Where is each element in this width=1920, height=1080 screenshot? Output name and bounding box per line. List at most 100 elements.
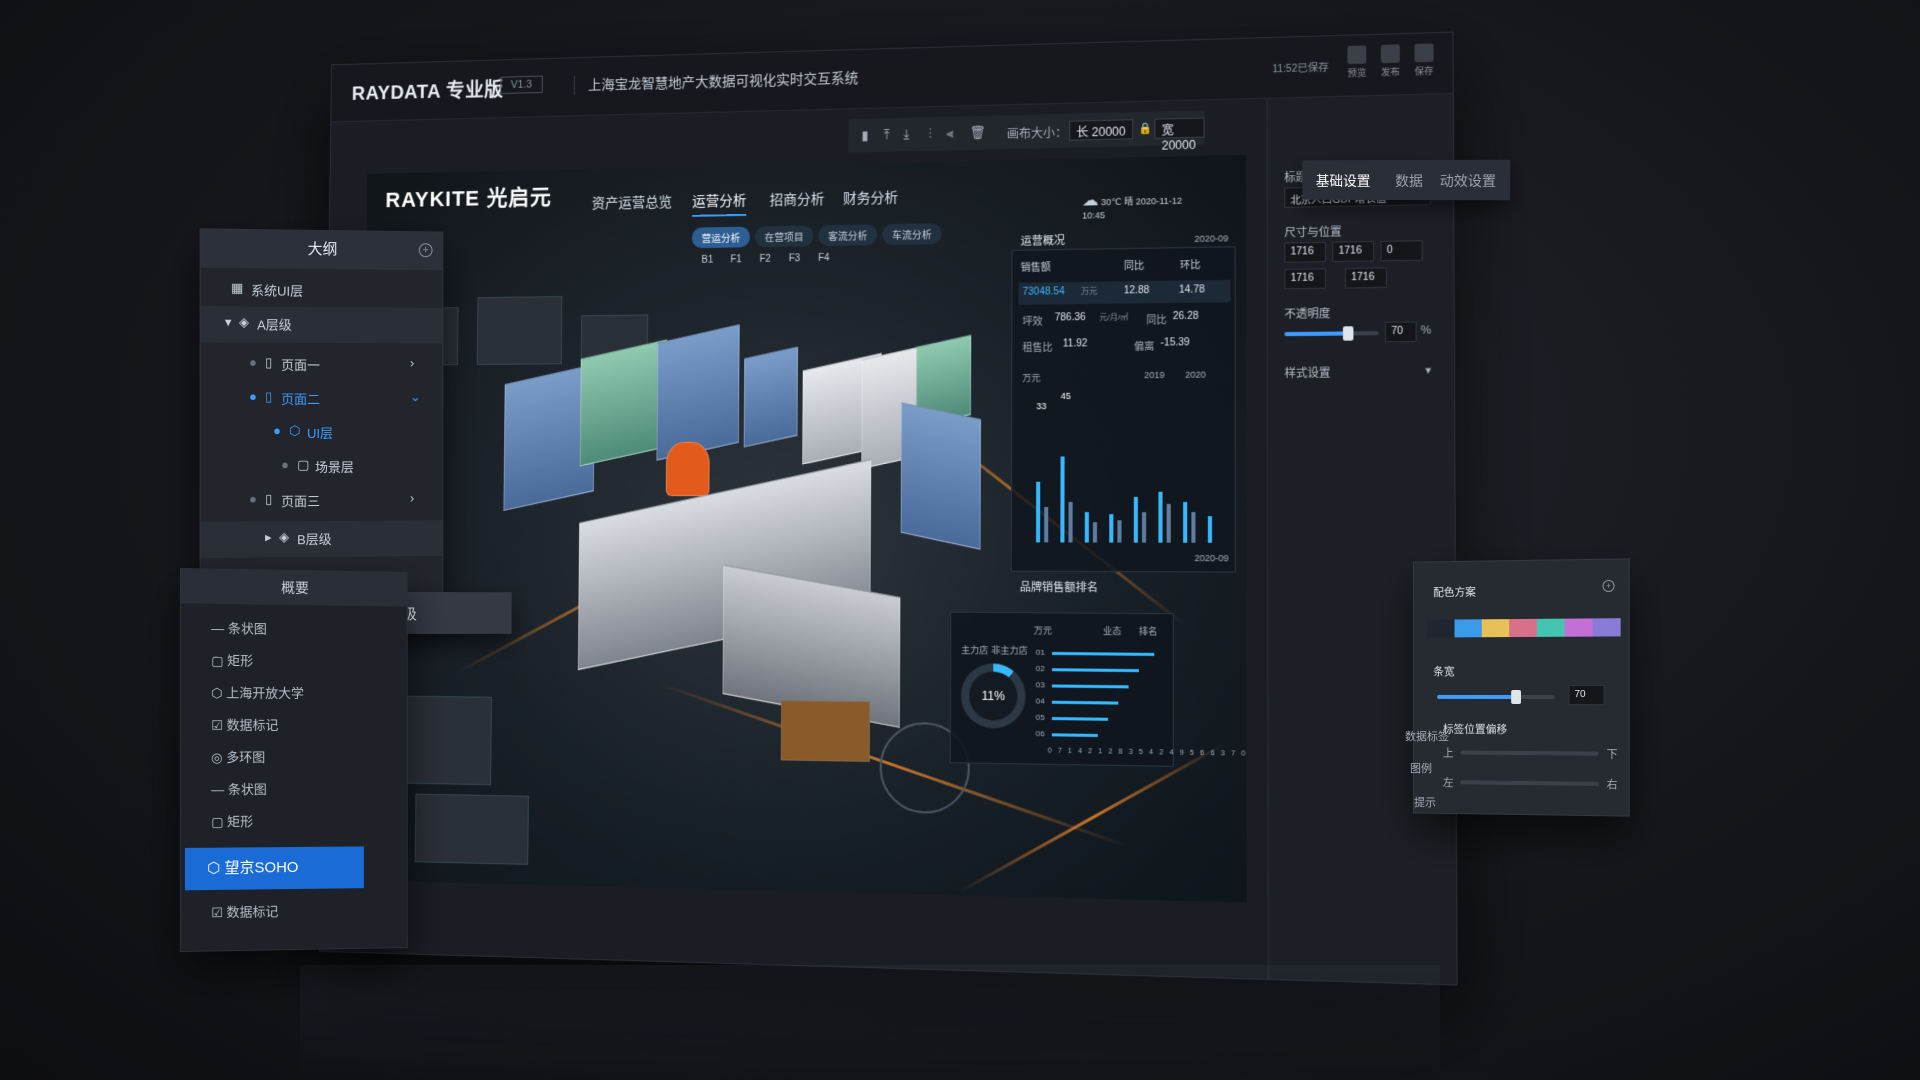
color-swatch[interactable] bbox=[1592, 618, 1621, 637]
bar bbox=[1084, 512, 1089, 543]
bar-width-knob[interactable] bbox=[1511, 689, 1521, 705]
side-label-legend[interactable]: 图例 bbox=[1410, 760, 1432, 776]
subtab-ops[interactable]: 营运分析 bbox=[691, 226, 751, 249]
bar bbox=[1183, 501, 1188, 543]
summary-item-marker-2[interactable]: ☑ 数据标记 bbox=[211, 900, 399, 933]
summary-item-multi-ring[interactable]: ◎ 多环图 bbox=[211, 747, 399, 777]
summary-item-university[interactable]: ⬡ 上海开放大学 bbox=[211, 682, 399, 713]
floor-f4[interactable]: F4 bbox=[818, 253, 830, 264]
outline-item-page-2[interactable]: ● ▯ 页面二 ⌄ bbox=[201, 381, 443, 413]
summary-item-bar-2[interactable]: — 条状图 bbox=[211, 779, 399, 810]
color-swatch[interactable] bbox=[1536, 618, 1565, 637]
outline-item-page-1[interactable]: ● ▯ 页面一 › bbox=[201, 346, 443, 379]
tab-non-anchor-store[interactable]: 非主力店 bbox=[991, 643, 1027, 657]
subtab-traffic[interactable]: 车流分析 bbox=[882, 223, 942, 246]
distribute-h-icon[interactable]: ⫷ bbox=[941, 124, 959, 142]
scene-canvas[interactable]: RAYKITE 光启元 资产运营总览 运营分析 招商分析 财务分析 营运分析 在… bbox=[358, 154, 1247, 903]
outline-item-scene-layer[interactable]: ● ▢ 场景层 bbox=[201, 449, 443, 482]
chevron-down-icon: ⌄ bbox=[409, 389, 421, 405]
publish-button[interactable]: 发布 bbox=[1377, 44, 1404, 78]
summary-item-marker[interactable]: ☑ 数据标记 bbox=[211, 715, 399, 745]
ranking-unit: 万元 bbox=[1033, 625, 1053, 636]
opacity-input[interactable]: 70 bbox=[1384, 321, 1417, 343]
color-swatch[interactable] bbox=[1454, 619, 1482, 638]
vertical-offset-slider[interactable] bbox=[1460, 750, 1599, 756]
summary-item-bar[interactable]: — 条状图 bbox=[211, 618, 399, 650]
y2-input[interactable]: 1716 bbox=[1344, 267, 1387, 289]
color-swatch[interactable] bbox=[1564, 618, 1593, 637]
tab-finance[interactable]: 财务分析 bbox=[843, 187, 898, 208]
color-swatch[interactable] bbox=[1427, 619, 1455, 638]
eye-icon: ● bbox=[249, 354, 257, 370]
x-input[interactable]: 0 bbox=[1380, 240, 1423, 262]
color-swatch[interactable] bbox=[1509, 618, 1537, 638]
bar-width-slider[interactable] bbox=[1437, 694, 1555, 700]
opacity-knob[interactable] bbox=[1342, 326, 1354, 341]
rect-icon: ▢ bbox=[211, 653, 228, 669]
outline-item-layer-a[interactable]: ▾ ◈ A层级 bbox=[200, 306, 443, 344]
bar-width-label: 条宽 bbox=[1433, 666, 1455, 679]
outline-item-page-3[interactable]: ● ▯ 页面三 › bbox=[201, 482, 443, 515]
side-label-data-labels[interactable]: 数据标签 bbox=[1405, 728, 1449, 744]
bar bbox=[1109, 514, 1114, 543]
summary-panel: 概要 — 条状图 ▢ 矩形 ⬡ 上海开放大学 ☑ 数据标记 ◎ 多环图 — 条状… bbox=[179, 567, 408, 953]
tab-operations[interactable]: 运营分析 bbox=[692, 190, 747, 217]
canvas-width-input[interactable]: 宽 20000 bbox=[1154, 117, 1205, 153]
add-icon[interactable]: + bbox=[418, 243, 433, 258]
canvas-length-input[interactable]: 长 20000 bbox=[1069, 119, 1133, 141]
color-swatch[interactable] bbox=[1481, 619, 1510, 638]
tab-data[interactable]: 数据 bbox=[1395, 171, 1423, 191]
grid-icon: ▦ bbox=[230, 280, 244, 296]
distribute-icon[interactable]: ⫶ bbox=[921, 125, 939, 143]
floor-b1[interactable]: B1 bbox=[701, 255, 713, 266]
checkbox-icon: ☑ bbox=[211, 717, 227, 733]
subtab-footfall[interactable]: 客流分析 bbox=[818, 224, 878, 247]
outline-item-layer-b[interactable]: ▸ ◈ B层级 bbox=[200, 520, 443, 559]
chevron-down-icon[interactable]: ▾ bbox=[1425, 363, 1431, 377]
chevron-right-icon: › bbox=[409, 490, 415, 506]
layers-icon: ◈ bbox=[279, 529, 290, 545]
bar bbox=[1068, 501, 1073, 543]
tab-asset-overview[interactable]: 资产运营总览 bbox=[592, 192, 672, 213]
add-icon[interactable]: + bbox=[1602, 579, 1615, 593]
side-label-tooltip[interactable]: 提示 bbox=[1414, 794, 1436, 810]
trash-icon[interactable]: 🗑 bbox=[969, 124, 987, 142]
align-bottom-icon[interactable]: ⤓ bbox=[897, 125, 915, 143]
align-top-icon[interactable]: ⤒ bbox=[878, 126, 896, 144]
floor-f3[interactable]: F3 bbox=[789, 253, 800, 264]
subtab-projects[interactable]: 在营项目 bbox=[754, 225, 814, 248]
tab-basic-settings[interactable]: 基础设置 bbox=[1316, 171, 1371, 191]
summary-item-rect[interactable]: ▢ 矩形 bbox=[211, 650, 399, 682]
bar bbox=[1158, 491, 1163, 543]
bar-width-input[interactable]: 70 bbox=[1568, 684, 1605, 706]
tab-leasing[interactable]: 招商分析 bbox=[770, 189, 825, 210]
lock-icon[interactable]: 🔒 bbox=[1138, 122, 1152, 135]
bar-icon: — bbox=[211, 620, 228, 637]
floor-f1[interactable]: F1 bbox=[730, 254, 741, 265]
summary-item-rect-2[interactable]: ▢ 矩形 bbox=[211, 811, 399, 842]
x2-input[interactable]: 1716 bbox=[1284, 268, 1327, 290]
size-label: 尺寸与位置 bbox=[1284, 226, 1342, 240]
width-input[interactable]: 1716 bbox=[1284, 241, 1327, 263]
color-scheme-title: 配色方案 bbox=[1433, 586, 1476, 599]
horizontal-offset-slider[interactable] bbox=[1460, 780, 1599, 786]
delete-icon[interactable]: ▮ bbox=[856, 126, 874, 144]
outline-item-ui-layer[interactable]: ● ⬡ UI层 bbox=[201, 415, 443, 447]
building bbox=[579, 339, 668, 467]
canvas-size-label: 画布大小： bbox=[1006, 125, 1068, 142]
ranking-title: 品牌销售额排名 bbox=[1019, 581, 1098, 595]
floor-f2[interactable]: F2 bbox=[760, 254, 771, 265]
save-button[interactable]: 保存 bbox=[1410, 43, 1438, 77]
outline-item-system-ui[interactable]: ▦ 系统UI层 bbox=[201, 272, 443, 306]
ranking-bar bbox=[1052, 651, 1155, 656]
opacity-slider[interactable] bbox=[1284, 331, 1379, 337]
preview-button[interactable]: 预览 bbox=[1343, 45, 1370, 79]
chart-date: 2020-09 bbox=[1194, 552, 1229, 564]
tab-animation[interactable]: 动效设置 bbox=[1440, 171, 1496, 191]
tab-anchor-store[interactable]: 主力店 bbox=[961, 643, 988, 656]
weather-icon: ☁ bbox=[1082, 192, 1099, 210]
opacity-label: 不透明度 bbox=[1284, 308, 1331, 321]
height-input[interactable]: 1716 bbox=[1332, 240, 1375, 263]
summary-item-wangjing-soho[interactable]: ⬡ 望京SOHO bbox=[184, 846, 364, 891]
layers-icon: ◈ bbox=[238, 314, 250, 330]
